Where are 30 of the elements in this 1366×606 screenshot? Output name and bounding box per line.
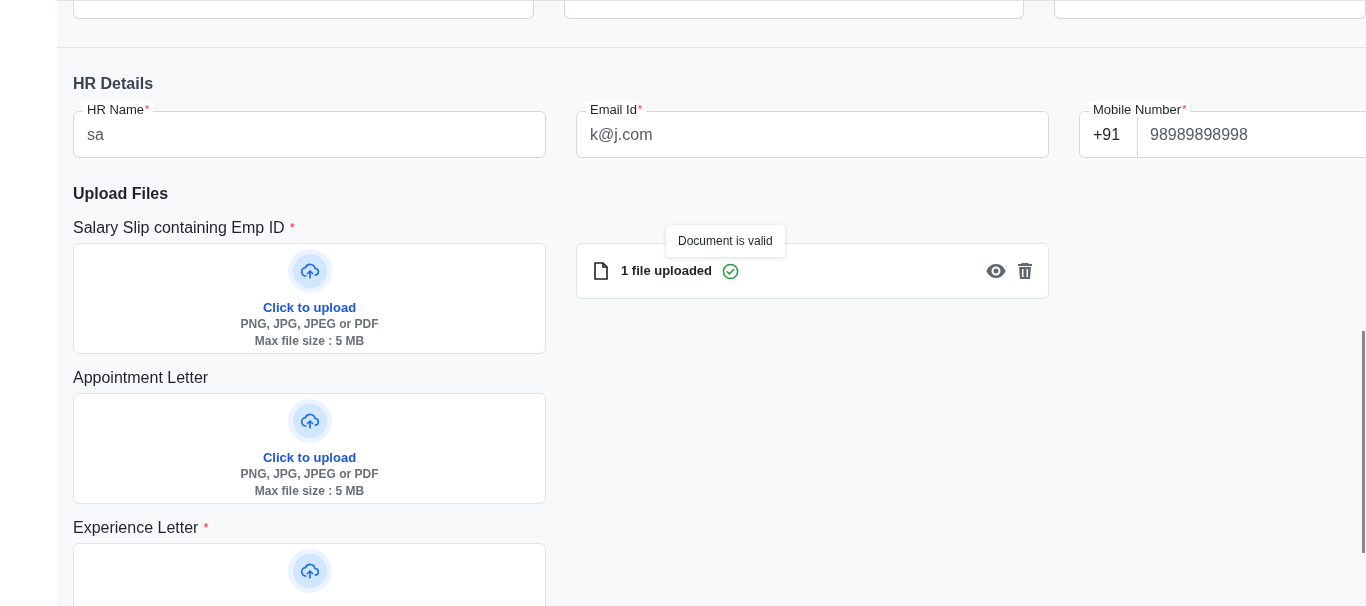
- cloud-upload-icon: [287, 399, 332, 443]
- field-value: k@j.com: [589, 124, 653, 145]
- upload-link[interactable]: Click to upload: [262, 300, 357, 316]
- text-field[interactable]: [73, 1, 534, 19]
- field-value: 98989898998: [1149, 124, 1248, 145]
- max-file-size: Max file size : 5 MB: [254, 333, 365, 350]
- cloud-upload-icon: [287, 249, 332, 293]
- trash-icon[interactable]: [1018, 263, 1032, 279]
- document-icon: [593, 262, 609, 280]
- required-asterisk: *: [289, 220, 295, 235]
- field-value: sa: [86, 124, 104, 145]
- scrollbar-thumb[interactable]: [1362, 331, 1365, 553]
- file-formats: PNG, JPG, JPEG or PDF: [240, 466, 379, 483]
- upload-label: Appointment Letter: [73, 368, 210, 388]
- upload-status: 1 file uploaded: [621, 262, 712, 281]
- field-label: Mobile Number*: [1089, 102, 1191, 118]
- text-field[interactable]: [563, 1, 1025, 19]
- cloud-upload-icon: [287, 549, 332, 593]
- upload-dropzone[interactable]: Click to upload PNG, JPG, JPEG or PDF Max file size : 5 MB: [73, 393, 546, 504]
- section-title: HR Details: [73, 74, 155, 94]
- text-field[interactable]: [1054, 1, 1366, 19]
- file-formats: PNG, JPG, JPEG or PDF: [240, 316, 379, 333]
- upload-label: Salary Slip containing Emp ID *: [73, 218, 296, 238]
- tooltip: Document is valid: [666, 225, 785, 257]
- eye-icon[interactable]: [986, 264, 1006, 278]
- section-title: Upload Files: [73, 184, 170, 204]
- upload-link[interactable]: Click to upload: [262, 450, 357, 466]
- required-asterisk: *: [203, 520, 209, 535]
- max-file-size: Max file size : 5 MB: [254, 483, 365, 500]
- upload-dropzone[interactable]: Click to upload PNG, JPG, JPEG or PDF Max file size : 5 MB: [73, 243, 546, 354]
